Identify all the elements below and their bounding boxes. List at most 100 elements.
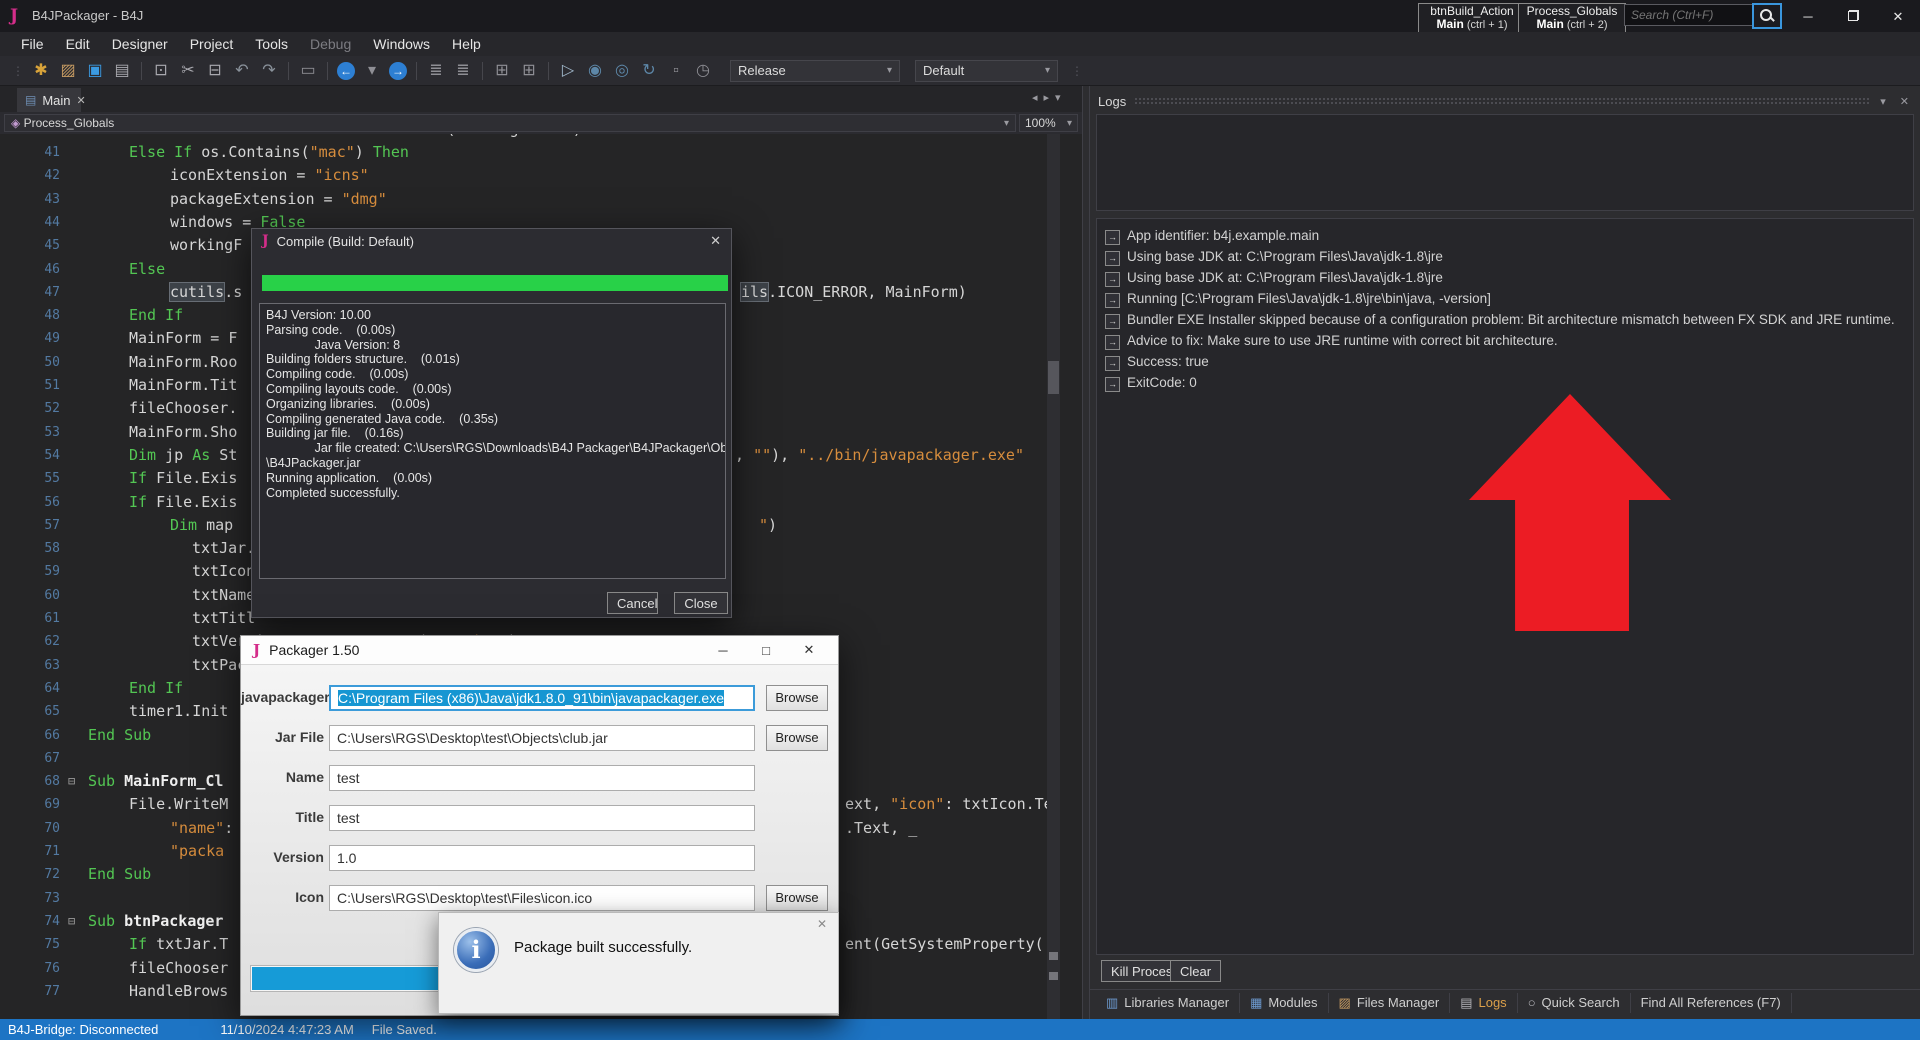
- toast-close-icon[interactable]: ✕: [817, 917, 827, 931]
- compile-dialog-titlebar[interactable]: J Compile (Build: Default) ✕: [252, 229, 731, 253]
- log-arrow-icon: →: [1105, 272, 1120, 287]
- code-text: Dim jp As St: [129, 444, 237, 467]
- fold-marker-icon[interactable]: ⊟: [68, 775, 75, 787]
- field-label-javapackager: javapackager: [241, 689, 324, 705]
- open-project-icon[interactable]: ▨: [58, 61, 78, 81]
- field-input-jar-file[interactable]: C:\Users\RGS\Desktop\test\Objects\club.j…: [329, 725, 755, 751]
- line-number: 45: [0, 234, 60, 257]
- field-input-name[interactable]: test: [329, 765, 755, 791]
- browse-button[interactable]: Browse: [766, 885, 828, 911]
- build-configuration-select[interactable]: Release▾: [730, 60, 900, 82]
- compile-cancel-button[interactable]: Cancel: [607, 592, 658, 614]
- build-time-icon[interactable]: ◷: [693, 61, 713, 81]
- clear-logs-button[interactable]: Clear: [1170, 960, 1221, 982]
- menu-designer[interactable]: Designer: [101, 34, 179, 54]
- navigate-back-icon[interactable]: ←: [337, 62, 355, 80]
- line-number: 48: [0, 304, 60, 327]
- packager-dialog-titlebar[interactable]: J Packager 1.50 ─ □ ✕: [241, 636, 838, 665]
- panel-close-icon[interactable]: ✕: [1897, 95, 1912, 108]
- logs-panel-header[interactable]: Logs ▾ ✕: [1098, 92, 1912, 110]
- stop-icon[interactable]: ▫: [666, 61, 686, 81]
- code-text: txtTitl: [192, 607, 255, 630]
- dock-tab-libraries-manager[interactable]: ▥Libraries Manager: [1096, 993, 1240, 1013]
- package-icon[interactable]: ▤: [112, 61, 132, 81]
- compile-dialog: J Compile (Build: Default) ✕ B4J Version…: [251, 228, 732, 618]
- field-input-icon[interactable]: C:\Users\RGS\Desktop\test\Files\icon.ico: [329, 885, 755, 911]
- copy-icon[interactable]: ⊡: [151, 61, 171, 81]
- menu-tools[interactable]: Tools: [244, 34, 299, 54]
- cut-icon[interactable]: ✂: [178, 61, 198, 81]
- uncomment-icon[interactable]: ≣: [453, 61, 473, 81]
- menu-help[interactable]: Help: [441, 34, 492, 54]
- tab-close-icon[interactable]: ✕: [77, 94, 86, 107]
- menu-project[interactable]: Project: [179, 34, 245, 54]
- compile-close-button[interactable]: Close: [674, 592, 728, 614]
- module-selector[interactable]: ◈ Process_Globals ▾: [4, 114, 1016, 132]
- close-button[interactable]: ✕: [1883, 9, 1913, 25]
- dialog-close-icon[interactable]: ✕: [710, 233, 721, 249]
- menu-edit[interactable]: Edit: [55, 34, 101, 54]
- menu-file[interactable]: File: [10, 34, 55, 54]
- log-entry: →Running [C:\Program Files\Java\jdk-1.8\…: [1105, 291, 1905, 312]
- back-history-dropdown-icon[interactable]: ▾: [362, 61, 382, 81]
- add-class-icon[interactable]: ⊞: [519, 61, 539, 81]
- dialog-maximize-icon[interactable]: □: [749, 643, 783, 658]
- pin-icon[interactable]: ▾: [1877, 95, 1889, 108]
- dock-tab-find-all-references-f7-[interactable]: Find All References (F7): [1631, 993, 1792, 1013]
- tab-main[interactable]: ▤ Main ✕: [17, 88, 81, 112]
- default-configuration-select[interactable]: Default▾: [915, 60, 1058, 82]
- add-module-icon[interactable]: ⊞: [492, 61, 512, 81]
- field-input-title[interactable]: test: [329, 805, 755, 831]
- field-input-javapackager[interactable]: C:\Program Files (x86)\Java\jdk1.8.0_91\…: [329, 685, 755, 711]
- toolbar-overflow-icon[interactable]: ⋮: [1071, 64, 1083, 78]
- dock-tab-quick-search[interactable]: ○Quick Search: [1518, 993, 1631, 1013]
- menu-windows[interactable]: Windows: [362, 34, 441, 54]
- new-project-icon[interactable]: ✱: [31, 61, 51, 81]
- line-number: 70: [0, 817, 60, 840]
- minimize-button[interactable]: ─: [1793, 9, 1823, 24]
- toolbar-grip: ⋮: [12, 64, 24, 78]
- quick-nav-process-globals[interactable]: Process_Globals Main (ctrl + 2): [1518, 3, 1626, 34]
- search-input[interactable]: [1624, 4, 1766, 26]
- dialog-close-icon[interactable]: ✕: [792, 642, 826, 658]
- redo-icon[interactable]: ↷: [259, 61, 279, 81]
- tab-scroll-controls[interactable]: ◂▸▾: [1032, 91, 1067, 104]
- toast-notification: i Package built successfully. ✕: [438, 912, 839, 1014]
- field-input-version[interactable]: 1.0: [329, 845, 755, 871]
- search-button[interactable]: [1752, 3, 1782, 29]
- editor-zoom-select[interactable]: 100% ▾: [1019, 114, 1078, 132]
- rebuild-icon[interactable]: ↻: [639, 61, 659, 81]
- logs-list[interactable]: →App identifier: b4j.example.main→Using …: [1096, 218, 1914, 955]
- menu-debug[interactable]: Debug: [299, 34, 362, 54]
- dialog-minimize-icon[interactable]: ─: [706, 643, 740, 658]
- compile-log-output[interactable]: B4J Version: 10.00 Parsing code. (0.00s)…: [259, 303, 726, 579]
- log-arrow-icon: →: [1105, 251, 1120, 266]
- fold-marker-icon[interactable]: ⊟: [68, 915, 75, 927]
- log-arrow-icon: →: [1105, 314, 1120, 329]
- browse-button[interactable]: Browse: [766, 685, 828, 711]
- navigate-forward-icon[interactable]: →: [389, 62, 407, 80]
- scrollbar-thumb[interactable]: [1048, 361, 1059, 394]
- line-number: 40: [0, 134, 60, 141]
- undo-icon[interactable]: ↶: [232, 61, 252, 81]
- quick-nav-btnbuild-action[interactable]: btnBuild_Action Main (ctrl + 1): [1418, 3, 1526, 34]
- save-icon[interactable]: ▣: [85, 61, 105, 81]
- restore-button[interactable]: [1838, 10, 1868, 21]
- editor-scrollbar[interactable]: [1047, 134, 1060, 1019]
- debug-icon[interactable]: ◉: [585, 61, 605, 81]
- field-label-icon: Icon: [241, 889, 324, 905]
- dock-tab-modules[interactable]: ▦Modules: [1240, 993, 1328, 1013]
- info-icon: i: [454, 928, 498, 972]
- run-icon[interactable]: ▷: [558, 61, 578, 81]
- release-run-icon[interactable]: ◎: [612, 61, 632, 81]
- toolbar-separator: [288, 62, 289, 80]
- dock-tab-files-manager[interactable]: ▨Files Manager: [1329, 993, 1451, 1013]
- browse-button[interactable]: Browse: [766, 725, 828, 751]
- packager-field-row: javapackager C:\Program Files (x86)\Java\…: [241, 685, 838, 711]
- selection-icon[interactable]: ▭: [298, 61, 318, 81]
- paste-icon[interactable]: ⊟: [205, 61, 225, 81]
- dock-tab-logs[interactable]: ▤Logs: [1450, 993, 1518, 1013]
- libraries-manager-icon: ▥: [1106, 995, 1118, 1011]
- pane-splitter[interactable]: [1082, 86, 1090, 1019]
- comment-icon[interactable]: ≣: [426, 61, 446, 81]
